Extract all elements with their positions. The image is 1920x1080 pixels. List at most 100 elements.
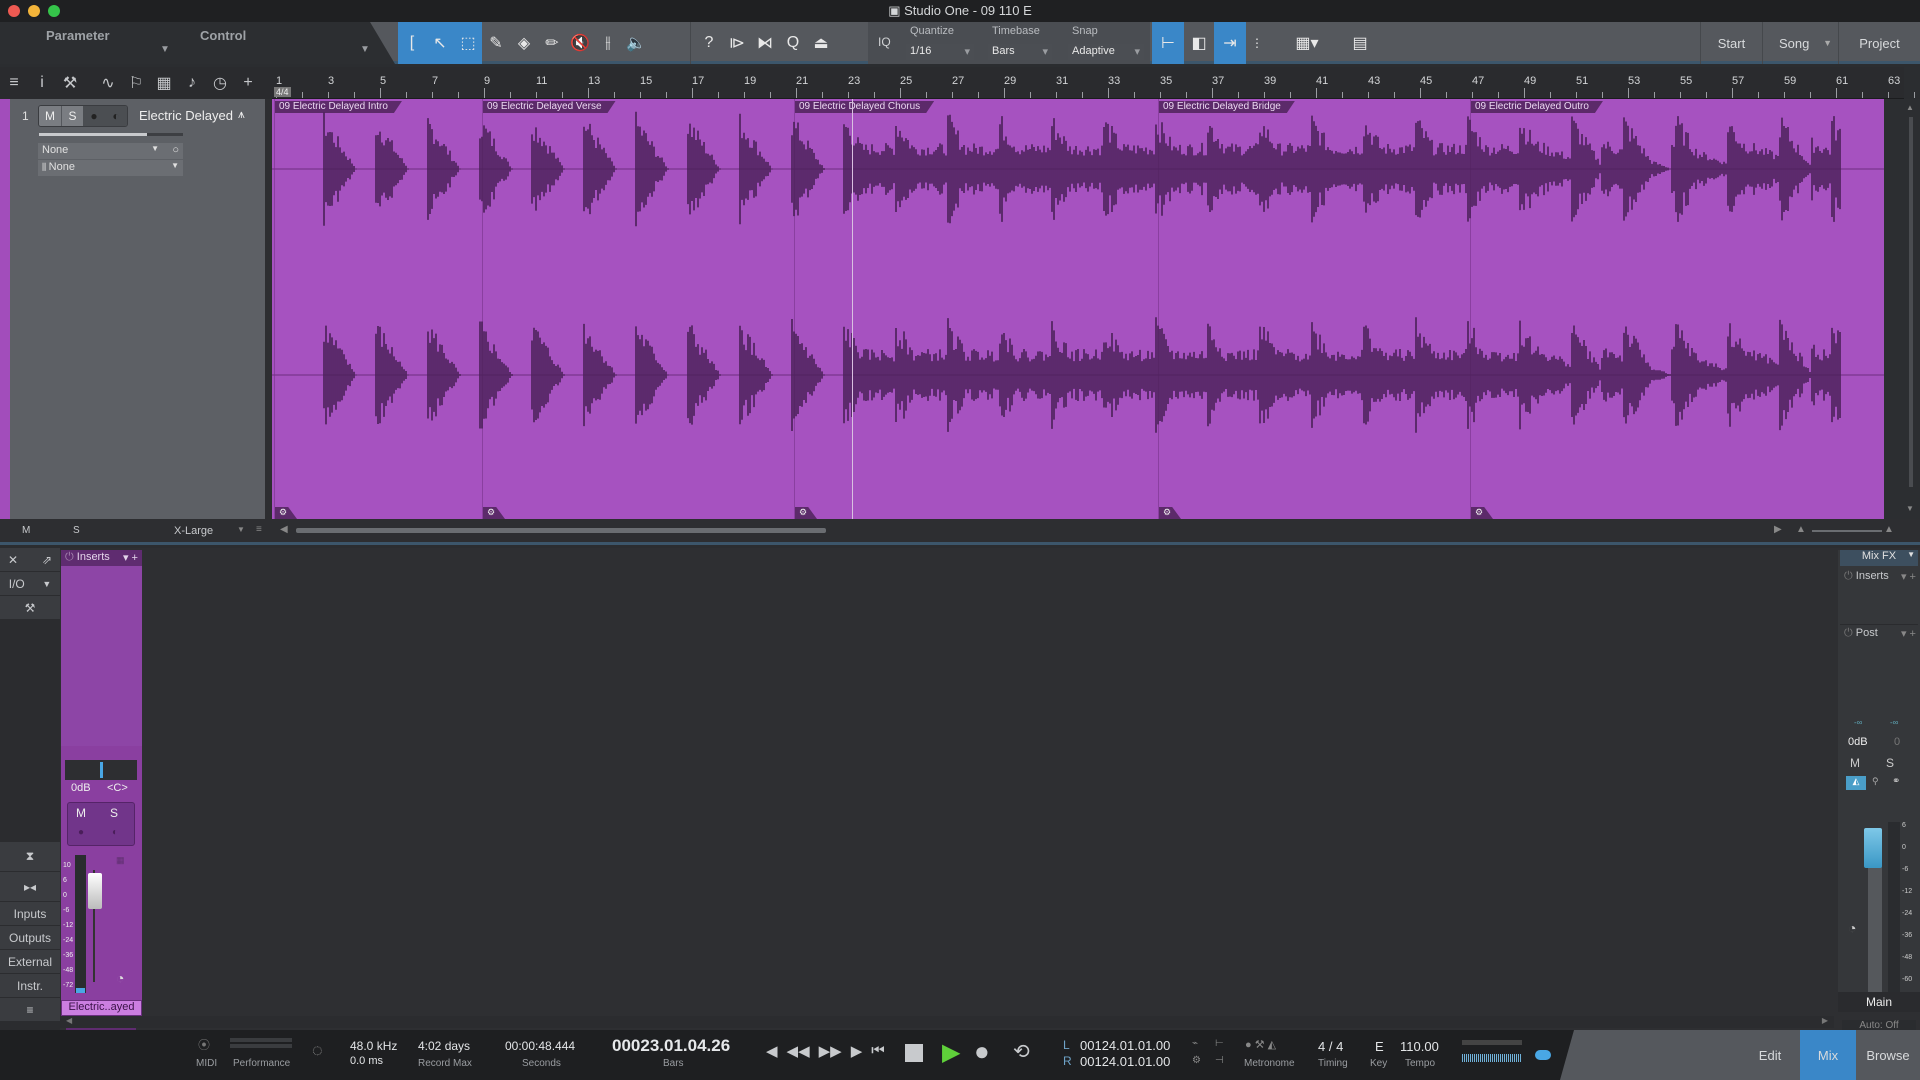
- nudge-forward-button[interactable]: ▶: [851, 1042, 863, 1060]
- channel-name-label[interactable]: Electric..ayed: [61, 1000, 142, 1016]
- mic-icon[interactable]: ⚲: [1872, 776, 1879, 787]
- external-button[interactable]: External: [0, 950, 60, 974]
- timebase-select[interactable]: Bars: [988, 44, 1052, 60]
- time-signature-value[interactable]: 4 / 4: [1318, 1039, 1343, 1054]
- parameter-dropdown[interactable]: ▼: [160, 44, 170, 55]
- master-volume-bar[interactable]: [1462, 1054, 1522, 1062]
- paint-tool[interactable]: ✏: [538, 22, 566, 64]
- main-pan-value[interactable]: 0: [1894, 736, 1900, 748]
- loop-right-value[interactable]: 00124.01.01.00: [1080, 1054, 1170, 1069]
- automation-icon[interactable]: ∿: [94, 73, 122, 93]
- zoom-slider[interactable]: [1812, 530, 1882, 532]
- return-to-zero-button[interactable]: ⏮: [871, 1042, 885, 1060]
- track-list-icon[interactable]: ≡: [0, 74, 28, 92]
- arrange-view[interactable]: 09 Electric Delayed Intro ⚙ 09 Electric De…: [272, 99, 1884, 519]
- page-tab-browse[interactable]: Browse: [1856, 1030, 1920, 1080]
- tempo-icon[interactable]: ◷: [206, 73, 234, 93]
- add-insert-icon[interactable]: ▾ +: [1901, 570, 1916, 583]
- scroll-down-icon[interactable]: ▼: [1906, 504, 1914, 513]
- track-header[interactable]: 1 M S ● ◐ Electric Delayed ⩚ None ▼ ○ ⫼ No…: [0, 99, 265, 519]
- bend-tool[interactable]: ⫲: [594, 22, 622, 64]
- page-tab-mix[interactable]: Mix: [1800, 1030, 1856, 1080]
- scroll-right-icon[interactable]: ▶: [1822, 1016, 1828, 1025]
- zoom-in-icon[interactable]: ▲: [1884, 524, 1894, 535]
- punch-icon[interactable]: ⊣: [1215, 1055, 1224, 1066]
- marker-icon[interactable]: ⚐: [122, 73, 150, 93]
- rewind-button[interactable]: ◀◀: [787, 1042, 810, 1060]
- outputs-button[interactable]: Outputs: [0, 926, 60, 950]
- global-solo-button[interactable]: S: [73, 525, 80, 536]
- arranger-icon[interactable]: ▦: [150, 73, 178, 93]
- fast-forward-button[interactable]: ▶▶: [819, 1042, 842, 1060]
- loop-button[interactable]: ⟲: [1013, 1039, 1030, 1064]
- stop-button[interactable]: [905, 1044, 923, 1062]
- listen-tool[interactable]: 🔈: [622, 22, 650, 64]
- main-mute-button[interactable]: M: [1850, 756, 1860, 770]
- track-solo-button[interactable]: S: [61, 106, 83, 126]
- channel-list-button[interactable]: ≡: [0, 998, 60, 1022]
- main-volume-value[interactable]: 0dB: [1848, 736, 1868, 748]
- scroll-right-icon[interactable]: ▶: [1774, 524, 1782, 535]
- chord-track-icon[interactable]: ♪: [178, 74, 206, 92]
- track-size-select[interactable]: X-Large: [174, 525, 213, 537]
- input-monitor-icon[interactable]: ○: [172, 144, 179, 156]
- quantize-button[interactable]: Q: [779, 22, 807, 64]
- scroll-left-icon[interactable]: ◀: [66, 1016, 72, 1025]
- pan-value[interactable]: <C>: [107, 782, 128, 794]
- eraser-tool[interactable]: ◈: [510, 22, 538, 64]
- video-button[interactable]: ▤: [1345, 22, 1375, 64]
- power-icon[interactable]: ⏻: [1844, 627, 1856, 639]
- inserts-header[interactable]: ⏻ Inserts ▾ +: [61, 550, 142, 566]
- quantize-select[interactable]: 1/16: [906, 44, 974, 60]
- tempo-value[interactable]: 110.00: [1400, 1039, 1439, 1054]
- add-track-icon[interactable]: +: [234, 74, 262, 92]
- add-post-icon[interactable]: ▾ +: [1901, 627, 1916, 640]
- snap-to-events-toggle[interactable]: ◧: [1184, 22, 1214, 64]
- time-signature-marker[interactable]: 4/4: [274, 87, 291, 97]
- range-tool[interactable]: ⬚: [454, 22, 482, 64]
- song-page-button[interactable]: Song ▼: [1762, 22, 1838, 64]
- loop-left-value[interactable]: 00124.01.01.00: [1080, 1038, 1170, 1053]
- split-at-cursor-button[interactable]: ⋮: [1246, 22, 1268, 64]
- metronome-settings-icon[interactable]: ⚙: [1192, 1055, 1201, 1066]
- ripple-button[interactable]: ⏏: [807, 22, 835, 64]
- main-solo-button[interactable]: S: [1886, 756, 1894, 770]
- power-icon[interactable]: ⏻: [1844, 570, 1856, 582]
- key-value[interactable]: E: [1375, 1039, 1384, 1054]
- iq-button[interactable]: IQ: [878, 35, 891, 49]
- timeline-ruler[interactable]: 1 3 5 7 9 11 13 15 17 19 21 23 25 27 29 31 33 35 37 39 41 43 4…: [272, 67, 1915, 99]
- track-name[interactable]: Electric Delayed: [139, 108, 233, 123]
- vertical-scrollbar[interactable]: ▲ ▼: [1884, 99, 1920, 519]
- track-output-select[interactable]: ⫼ None ▼: [38, 160, 183, 176]
- horizontal-scroll-thumb[interactable]: [296, 528, 826, 533]
- add-insert-icon[interactable]: ▾ +: [123, 551, 138, 564]
- wrench-icon[interactable]: ⚒: [56, 73, 84, 93]
- snap-select[interactable]: Adaptive: [1068, 44, 1144, 60]
- inspector-icon[interactable]: i: [28, 74, 56, 92]
- preroll-icon[interactable]: ⊢: [1215, 1038, 1224, 1049]
- scroll-left-icon[interactable]: ◀: [280, 524, 288, 535]
- pan-slider[interactable]: [65, 760, 137, 780]
- detach-icon[interactable]: ⇗: [42, 553, 52, 567]
- range-bracket-tool[interactable]: [: [398, 22, 426, 64]
- control-dropdown[interactable]: ▼: [360, 44, 370, 55]
- audio-bend-button[interactable]: ⧐: [723, 22, 751, 64]
- inserts-rack[interactable]: [61, 566, 142, 746]
- nudge-back-button[interactable]: ◀: [766, 1042, 778, 1060]
- main-volume-fader-handle[interactable]: [1864, 828, 1882, 868]
- narrow-strips-button[interactable]: ▸◂: [0, 872, 60, 902]
- bars-display[interactable]: 00023.01.04.26: [612, 1036, 730, 1056]
- post-header[interactable]: ⏻ Post ▾ +: [1840, 624, 1918, 704]
- vertical-scroll-thumb[interactable]: [1909, 117, 1913, 487]
- main-pan-knob[interactable]: ◔: [1848, 920, 1856, 936]
- link-icon[interactable]: ⚭: [1892, 776, 1900, 787]
- arrow-tool[interactable]: ↖: [426, 22, 454, 64]
- track-input-select[interactable]: None ▼ ○: [38, 143, 183, 159]
- header-splitter[interactable]: [265, 99, 272, 519]
- metronome-output-icon[interactable]: ◭: [1846, 776, 1866, 790]
- record-arm-button[interactable]: ●: [83, 106, 105, 126]
- inputs-button[interactable]: Inputs: [0, 902, 60, 926]
- monitor-button[interactable]: ◐: [105, 106, 127, 126]
- power-icon[interactable]: ⏻: [65, 551, 77, 563]
- split-tool[interactable]: ✎: [482, 22, 510, 64]
